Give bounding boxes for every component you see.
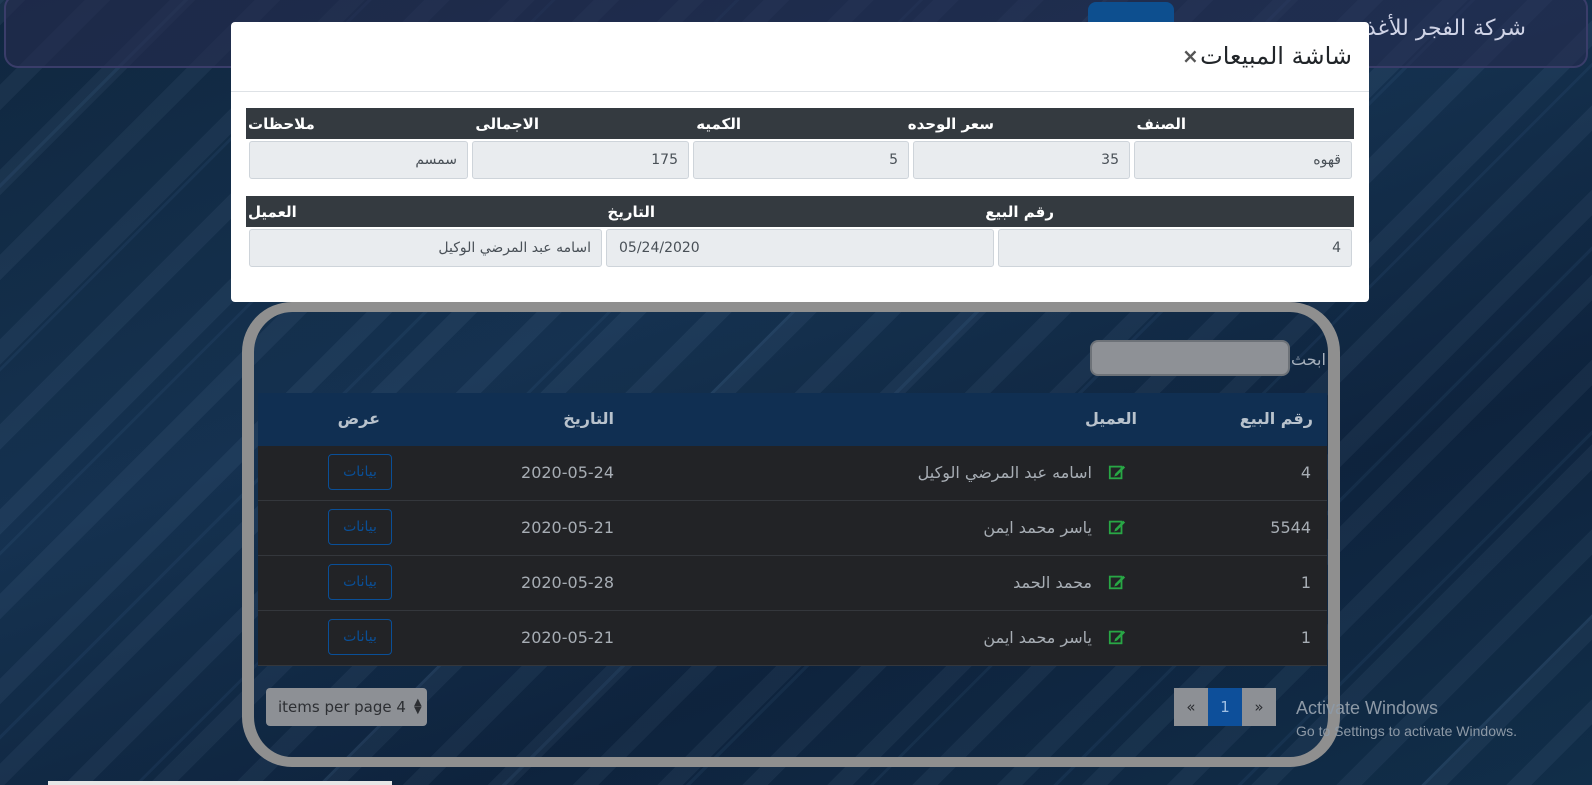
cell-date: 2020-05-21 — [521, 628, 614, 647]
pagination-next[interactable]: » — [1242, 688, 1276, 726]
search-label: ابحث — [1291, 350, 1326, 369]
close-icon[interactable]: × — [1182, 44, 1199, 68]
cell-date: 2020-05-28 — [521, 573, 614, 592]
select-caret-icon: ▲ ▼ — [413, 697, 422, 716]
pagination-current-page[interactable]: 1 — [1208, 688, 1242, 726]
header-item: الصنف — [1136, 115, 1186, 133]
header-date: التاريخ — [607, 203, 655, 221]
table-row: 5544 ياسر محمد ايمن 2020-05-21 بيانات — [258, 501, 1327, 556]
cell-customer: اسامه عبد المرضي الوكيل — [917, 463, 1092, 482]
sale-table-header: رقم البيع التاريخ العميل — [246, 196, 1354, 227]
cell-customer: ياسر محمد ايمن — [983, 518, 1092, 537]
items-table-header: الصنف سعر الوحده الكميه الاجمالى ملاحظات — [246, 108, 1354, 139]
items-per-page-label: items per page 4 — [278, 698, 406, 716]
pagination-prev[interactable]: « — [1174, 688, 1208, 726]
view-details-button[interactable]: بيانات — [328, 509, 392, 545]
cell-sale-no: 1 — [1300, 573, 1311, 592]
table-row: 1 ياسر محمد ايمن 2020-05-21 بيانات — [258, 611, 1327, 666]
header-customer: العميل — [248, 203, 297, 221]
edit-icon[interactable] — [1108, 573, 1126, 591]
edit-icon[interactable] — [1108, 463, 1126, 481]
company-name: شركة الفجر للأغذية — [1348, 16, 1526, 41]
header-notes: ملاحظات — [248, 115, 315, 133]
view-details-button[interactable]: بيانات — [328, 619, 392, 655]
sales-table: رقم البيع العميل التاريخ عرض 4 اسامه عبد… — [258, 393, 1327, 666]
sales-modal: شاشة المبيعات × الصنف سعر الوحده الكميه … — [231, 22, 1369, 302]
customer-field[interactable]: اسامه عبد المرضي الوكيل — [249, 229, 602, 267]
header-unit-price: سعر الوحده — [907, 115, 994, 133]
taskbar-strip — [48, 781, 392, 785]
unit-price-field[interactable]: 35 — [913, 141, 1130, 179]
sale-no-field[interactable]: 4 — [998, 229, 1352, 267]
header-date: التاريخ — [563, 409, 614, 428]
view-details-button[interactable]: بيانات — [328, 454, 392, 490]
header-view: عرض — [337, 409, 380, 428]
header-quantity: الكميه — [696, 115, 741, 133]
total-field[interactable]: 175 — [472, 141, 689, 179]
cell-customer: ياسر محمد ايمن — [983, 628, 1092, 647]
edit-icon[interactable] — [1108, 628, 1126, 646]
cell-sale-no: 1 — [1300, 628, 1311, 647]
sales-table-header: رقم البيع العميل التاريخ عرض — [258, 393, 1327, 446]
cell-date: 2020-05-21 — [521, 518, 614, 537]
header-sale-no: رقم البيع — [985, 203, 1054, 221]
table-row: 1 محمد الحمد 2020-05-28 بيانات — [258, 556, 1327, 611]
header-customer: العميل — [1084, 409, 1137, 428]
table-row: 4 اسامه عبد المرضي الوكيل 2020-05-24 بيا… — [258, 446, 1327, 501]
quantity-field[interactable]: 5 — [693, 141, 909, 179]
date-field[interactable]: 05/24/2020 — [606, 229, 994, 267]
watermark-subtitle: Go to Settings to activate Windows. — [1296, 723, 1517, 739]
header-total: الاجمالى — [475, 115, 539, 133]
view-details-button[interactable]: بيانات — [328, 564, 392, 600]
items-per-page-select[interactable]: items per page 4 ▲ ▼ — [266, 688, 427, 726]
watermark-title: Activate Windows — [1296, 698, 1439, 718]
modal-title: شاشة المبيعات — [1200, 42, 1352, 70]
edit-icon[interactable] — [1108, 518, 1126, 536]
windows-activation-watermark: Activate Windows Go to Settings to activ… — [1296, 698, 1517, 739]
item-field[interactable]: قهوه — [1134, 141, 1352, 179]
cell-sale-no: 5544 — [1270, 518, 1311, 537]
cell-sale-no: 4 — [1300, 463, 1311, 482]
modal-header: شاشة المبيعات × — [231, 22, 1369, 92]
notes-field[interactable]: سمسم — [249, 141, 468, 179]
cell-date: 2020-05-24 — [521, 463, 614, 482]
search-input[interactable] — [1090, 340, 1290, 376]
cell-customer: محمد الحمد — [1013, 573, 1092, 592]
header-sale-no: رقم البيع — [1239, 409, 1313, 428]
